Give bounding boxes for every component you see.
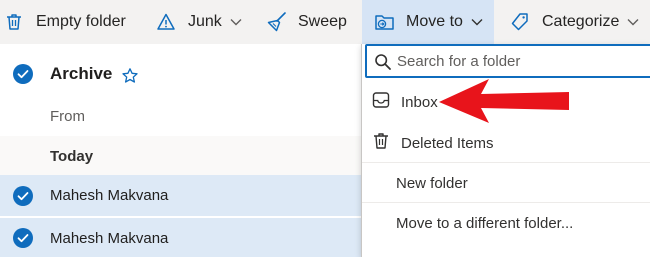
- folder-search-box: [365, 44, 650, 78]
- empty-folder-button[interactable]: Empty folder: [4, 0, 126, 44]
- menu-item-label: New folder: [396, 174, 468, 192]
- categorize-button[interactable]: Categorize: [510, 0, 639, 44]
- folder-search-input[interactable]: [397, 50, 647, 72]
- message-list: Archive From Today Mahesh Makvana Mahesh…: [0, 44, 362, 257]
- star-icon[interactable]: [121, 67, 139, 90]
- folder-move-icon: [374, 12, 396, 32]
- broom-icon: [266, 11, 288, 33]
- empty-folder-label: Empty folder: [36, 13, 126, 30]
- checkmark-icon[interactable]: [12, 185, 34, 207]
- sweep-button[interactable]: Sweep: [266, 0, 347, 44]
- sort-header: From: [0, 96, 362, 136]
- chevron-down-icon: [471, 18, 483, 26]
- folder-title: Archive: [50, 64, 113, 83]
- menu-item-label: Inbox: [401, 93, 438, 111]
- categorize-label: Categorize: [542, 13, 620, 30]
- trash-icon: [4, 12, 24, 32]
- folder-header: Archive: [0, 52, 362, 96]
- inbox-icon: [371, 90, 391, 114]
- menu-item-label: Deleted Items: [401, 134, 494, 152]
- command-toolbar: Empty folder Junk Sweep Move to Categori…: [0, 0, 650, 44]
- list-item[interactable]: Mahesh Makvana: [0, 175, 362, 216]
- from-label[interactable]: From: [50, 108, 85, 125]
- move-to-button[interactable]: Move to: [362, 0, 494, 44]
- junk-label: Junk: [188, 13, 222, 30]
- menu-item-move-to-different-folder[interactable]: Move to a different folder...: [362, 203, 650, 243]
- chevron-down-icon: [627, 18, 639, 26]
- select-all-checkbox-icon[interactable]: [12, 63, 34, 85]
- tag-icon: [510, 12, 530, 32]
- warning-icon: [156, 12, 176, 32]
- junk-button[interactable]: Junk: [156, 0, 242, 44]
- trash-icon: [371, 131, 391, 155]
- checkmark-icon[interactable]: [12, 227, 34, 249]
- chevron-down-icon: [230, 18, 242, 26]
- group-header: Today: [0, 136, 362, 176]
- annotation-arrow-icon: [435, 76, 573, 131]
- sender-name: Mahesh Makvana: [50, 229, 169, 247]
- group-label: Today: [50, 147, 94, 165]
- list-item[interactable]: Mahesh Makvana: [0, 217, 362, 257]
- sweep-label: Sweep: [298, 13, 347, 30]
- sender-name: Mahesh Makvana: [50, 187, 169, 204]
- move-to-label: Move to: [406, 13, 463, 30]
- menu-item-new-folder[interactable]: New folder: [362, 163, 650, 203]
- menu-item-label: Move to a different folder...: [396, 214, 574, 232]
